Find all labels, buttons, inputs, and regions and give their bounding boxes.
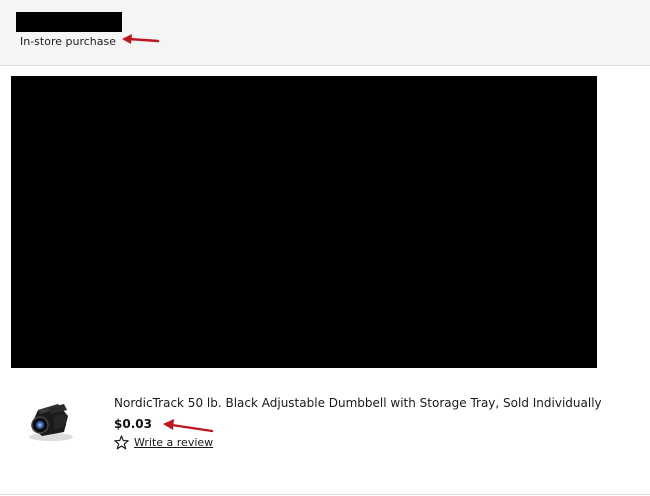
divider [0,494,650,495]
write-review-link[interactable]: Write a review [134,436,213,450]
dumbbell-image[interactable] [24,396,78,444]
annotation-arrow-icon [122,34,160,44]
product-price: $0.03 [114,417,152,431]
annotation-arrow-icon [163,419,214,433]
purchase-type-label: In-store purchase [20,35,116,48]
order-page: In-store purchase NordicTrack 50 lb. Bla… [0,0,650,496]
redacted-store-name [16,12,122,32]
product-title[interactable]: NordicTrack 50 lb. Black Adjustable Dumb… [114,396,602,411]
redacted-content-block [11,76,597,368]
star-outline-icon[interactable] [114,435,129,450]
order-header: In-store purchase [0,0,650,66]
